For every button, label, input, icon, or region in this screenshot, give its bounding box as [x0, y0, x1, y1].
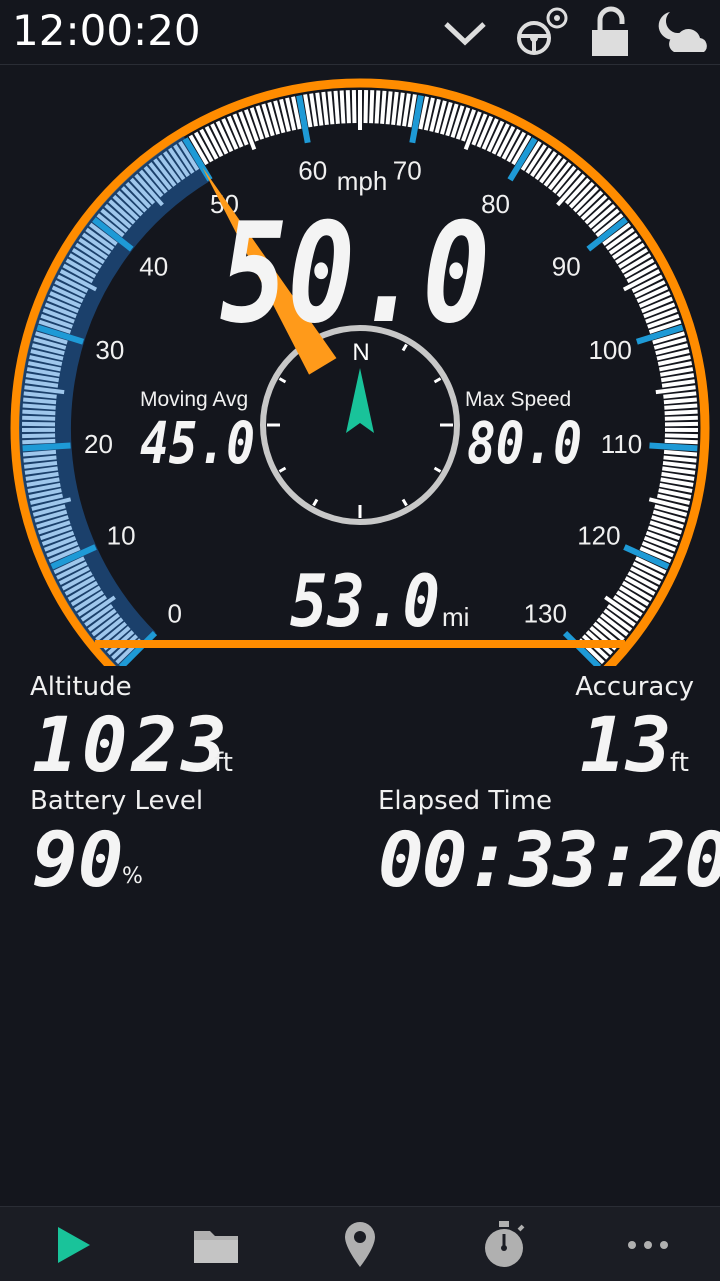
minor-tick	[23, 406, 56, 408]
compass: N	[263, 328, 457, 522]
minor-tick	[329, 91, 332, 124]
compass-tick	[279, 468, 285, 472]
moving-avg-value: 45.0	[140, 409, 255, 477]
minor-tick	[336, 91, 338, 124]
minor-tick	[22, 412, 55, 414]
speed-unit: mph	[337, 166, 388, 196]
minor-tick	[661, 375, 694, 380]
scale-label: 100	[588, 335, 631, 365]
major-tick	[649, 446, 697, 449]
elapsed-time-value: 00:33:20	[378, 815, 720, 904]
scale-label: 0	[168, 598, 182, 628]
minor-tick	[404, 94, 409, 127]
scale-label: 110	[601, 429, 642, 459]
minor-tick	[22, 418, 55, 419]
minor-tick	[348, 90, 349, 123]
altitude-label: Altitude	[30, 672, 132, 702]
moving-avg-label: Moving Avg	[140, 388, 248, 411]
minor-tick	[377, 90, 379, 123]
files-button[interactable]	[186, 1219, 246, 1271]
speedometer-gauge: 0102030405060708090100110120130 N mph 50…	[0, 66, 720, 666]
minor-tick	[662, 474, 695, 479]
minor-tick	[22, 435, 55, 436]
status-clock: 12:00:20	[12, 6, 201, 55]
scale-label: 20	[84, 429, 113, 459]
minor-tick	[323, 92, 327, 125]
compass-tick	[403, 499, 407, 505]
minor-tick	[663, 463, 696, 467]
minor-tick	[371, 90, 372, 123]
minor-tick	[656, 387, 696, 392]
scale-label: 70	[393, 155, 422, 185]
stopwatch-button[interactable]	[474, 1219, 534, 1271]
elapsed-time-label: Elapsed Time	[378, 786, 552, 816]
scale-label: 10	[107, 521, 136, 551]
minor-tick	[366, 90, 367, 123]
play-button[interactable]	[42, 1219, 102, 1271]
battery-label: Battery Level	[30, 786, 203, 816]
scale-label: 60	[298, 155, 327, 185]
scale-label: 40	[139, 251, 168, 281]
scale-label: 30	[95, 335, 124, 365]
minor-tick	[664, 457, 697, 460]
compass-tick	[279, 379, 285, 383]
minor-tick	[342, 90, 344, 123]
chevron-down-icon[interactable]	[440, 6, 490, 58]
night-cloudy-icon	[654, 6, 714, 58]
location-button[interactable]	[330, 1219, 390, 1271]
compass-arrow-icon	[346, 368, 374, 433]
battery-value: 90	[32, 815, 124, 904]
current-speed: 50.0	[220, 193, 490, 354]
scale-label: 130	[524, 598, 567, 628]
altitude-unit: ft	[214, 748, 233, 778]
lock-open-icon	[588, 6, 634, 58]
max-speed-label: Max Speed	[465, 388, 571, 411]
minor-tick	[23, 399, 56, 402]
location-pin-icon	[342, 1220, 378, 1270]
minor-tick	[393, 92, 397, 125]
folder-icon	[191, 1223, 241, 1267]
minor-tick	[22, 441, 55, 442]
play-icon	[50, 1223, 94, 1267]
stopwatch-icon	[479, 1220, 529, 1270]
battery-unit: %	[122, 864, 143, 889]
status-bar: 12:00:20	[0, 0, 720, 65]
minor-tick	[662, 381, 695, 386]
minor-tick	[664, 406, 697, 408]
accuracy-label: Accuracy	[575, 672, 694, 702]
minor-tick	[664, 399, 697, 402]
minor-tick	[317, 93, 321, 126]
minor-tick	[354, 90, 355, 123]
compass-tick	[434, 379, 440, 383]
distance-unit: mi	[442, 602, 469, 632]
accuracy-unit: ft	[670, 748, 689, 778]
minor-tick	[665, 412, 698, 414]
altitude-value: 1023	[32, 700, 231, 789]
bottom-nav	[0, 1206, 720, 1281]
minor-tick	[388, 91, 391, 124]
minor-tick	[311, 94, 316, 127]
minor-tick	[662, 468, 695, 472]
scale-label: 120	[577, 521, 620, 551]
minor-tick	[663, 393, 696, 396]
accuracy-value: 13	[580, 700, 672, 789]
distance-value: 53.0	[290, 559, 440, 643]
minor-tick	[665, 435, 698, 436]
minor-tick	[665, 418, 698, 419]
steering-wheel-icon	[510, 6, 572, 58]
scale-label: 90	[552, 251, 581, 281]
max-speed-value: 80.0	[467, 409, 582, 477]
compass-tick	[434, 468, 440, 472]
minor-tick	[399, 93, 403, 126]
major-tick	[23, 446, 71, 449]
compass-tick	[314, 499, 318, 505]
minor-tick	[664, 452, 697, 455]
more-button[interactable]	[618, 1219, 678, 1271]
more-icon	[623, 1235, 673, 1255]
minor-tick	[23, 452, 56, 455]
minor-tick	[382, 91, 384, 124]
minor-tick	[665, 441, 698, 442]
